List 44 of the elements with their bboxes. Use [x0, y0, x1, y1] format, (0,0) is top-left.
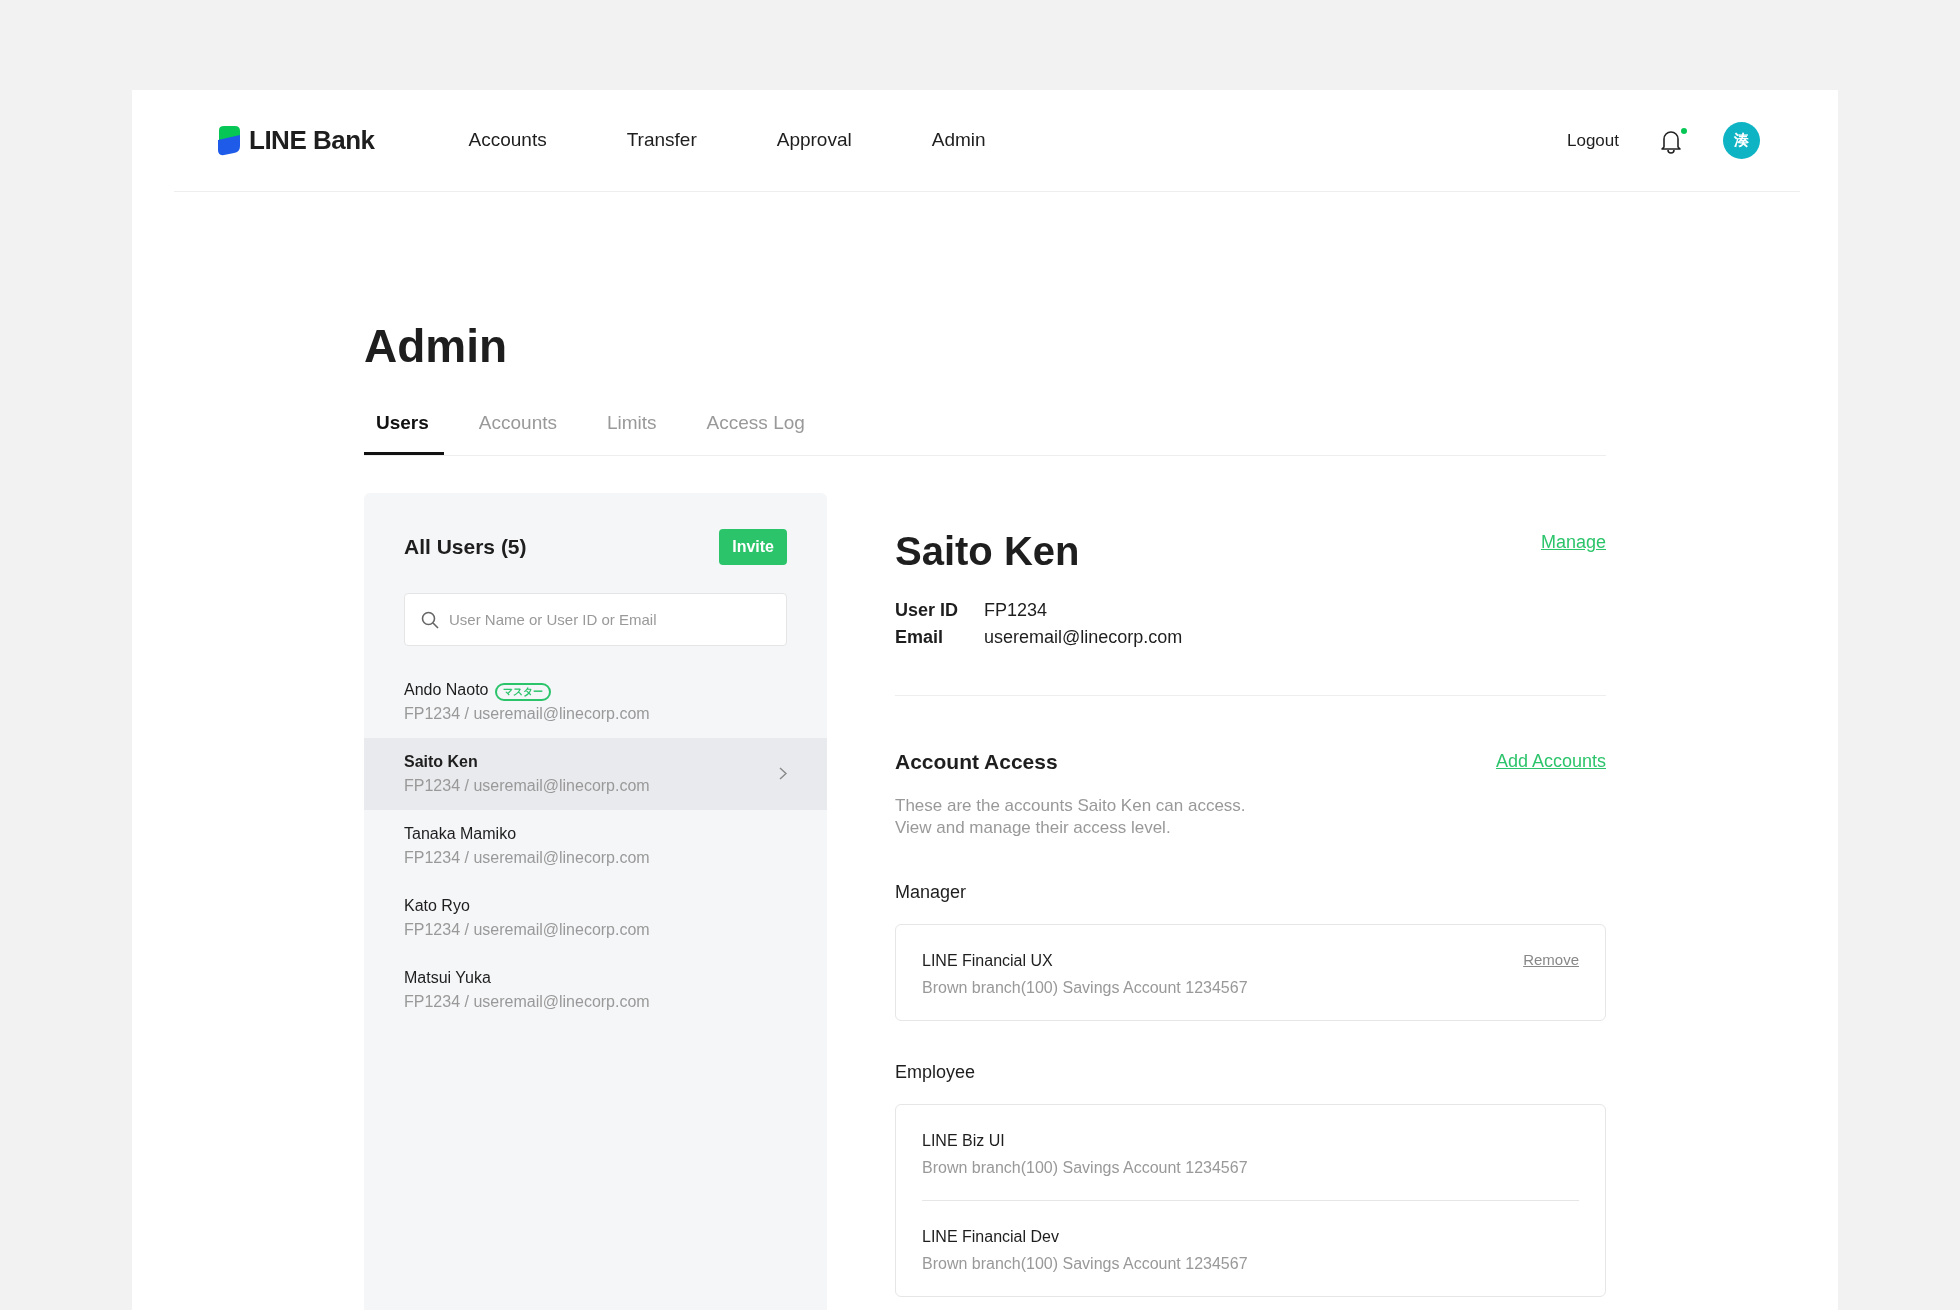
- user-list-item[interactable]: Saito Ken FP1234 / useremail@linecorp.com: [364, 737, 827, 810]
- nav-link[interactable]: Admin: [931, 126, 986, 155]
- user-list-item[interactable]: Tanaka Mamiko FP1234 / useremail@linecorp.com: [364, 809, 827, 882]
- nav-link[interactable]: Transfer: [626, 126, 697, 155]
- section-title: Account Access: [895, 748, 1058, 775]
- role-badge: マスター: [494, 682, 551, 701]
- user-name: Ando Naoto: [404, 680, 489, 698]
- user-detail: FP1234 / useremail@linecorp.com: [404, 703, 650, 724]
- nav-link[interactable]: Approval: [776, 126, 852, 155]
- account-name: LINE Financial UX: [922, 951, 1054, 972]
- field-label: User ID: [895, 598, 960, 622]
- account-detail: Brown branch(100) Savings Account 1234567: [922, 1254, 1248, 1275]
- tab[interactable]: Users: [364, 409, 444, 455]
- user-list-item[interactable]: Kato Ryo FP1234 / useremail@linecorp.com: [364, 881, 827, 954]
- user-detail: FP1234 / useremail@linecorp.com: [404, 775, 650, 796]
- user-name: Kato Ryo: [404, 896, 470, 914]
- user-detail: FP1234 / useremail@linecorp.com: [404, 847, 650, 868]
- user-list-item[interactable]: Matsui Yuka FP1234 / useremail@linecorp.com: [364, 953, 827, 1026]
- user-detail: FP1234 / useremail@linecorp.com: [404, 991, 650, 1012]
- remove-link[interactable]: Remove: [1523, 949, 1579, 972]
- user-name: Saito Ken: [404, 752, 478, 770]
- field-value: FP1234: [984, 599, 1048, 620]
- section-description: These are the accounts Saito Ken can access. View and manage their access level.: [895, 795, 1247, 840]
- account-detail: Brown branch(100) Savings Account 1234567: [922, 978, 1248, 999]
- account-detail: Brown branch(100) Savings Account 1234567: [922, 1158, 1248, 1179]
- nav-link[interactable]: Accounts: [468, 126, 547, 155]
- search-field[interactable]: User Name or User ID or Email: [404, 592, 787, 646]
- field-value: useremail@linecorp.com: [984, 626, 1183, 647]
- user-name: Tanaka Mamiko: [404, 824, 517, 842]
- logo-icon: [217, 125, 241, 156]
- user-name: Matsui Yuka: [404, 968, 491, 986]
- account-name: LINE Biz UI: [922, 1131, 1006, 1152]
- group-title: Employee: [895, 1061, 977, 1085]
- chevron-right-icon: [779, 767, 787, 780]
- panel-title: All Users (5): [404, 533, 527, 560]
- field-label: Email: [895, 625, 945, 649]
- user-detail: FP1234 / useremail@linecorp.com: [404, 919, 650, 940]
- group-title: Manager: [895, 881, 968, 905]
- account-name: LINE Financial Dev: [922, 1227, 1060, 1248]
- page-title: Admin: [364, 319, 509, 374]
- brand-name: LINE Bank: [249, 124, 375, 157]
- logout-link[interactable]: Logout: [1567, 127, 1619, 154]
- user-list-item[interactable]: Ando Naoto マスター FP1234 / useremail@linecorp.com: [364, 665, 827, 738]
- user-name-heading: Saito Ken: [895, 527, 1080, 575]
